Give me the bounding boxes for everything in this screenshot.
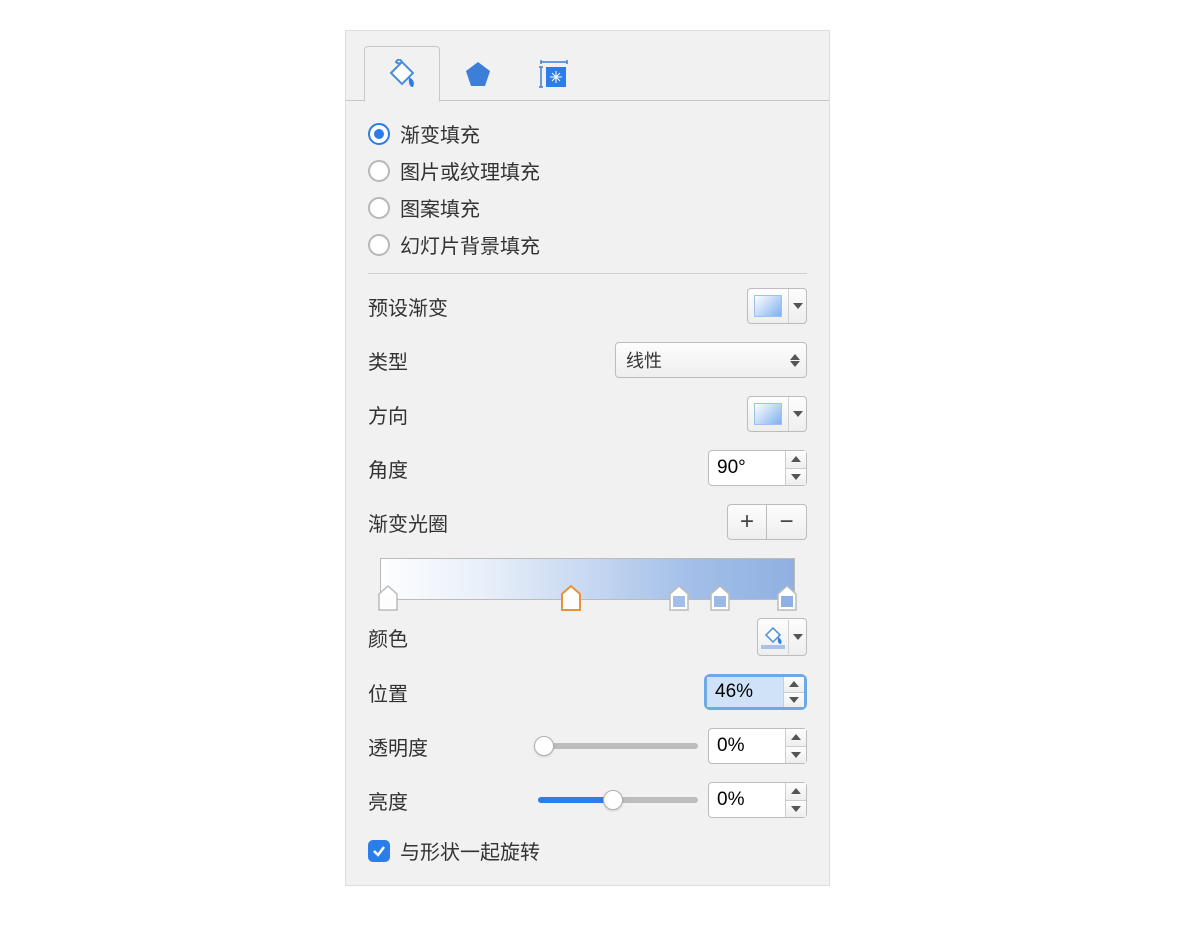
transparency-label: 透明度 <box>368 732 528 761</box>
gradient-track <box>380 558 795 600</box>
radio-slidebg-fill[interactable]: 幻灯片背景填充 <box>368 230 807 259</box>
select-arrows-icon <box>790 354 800 367</box>
brightness-slider[interactable] <box>538 790 698 810</box>
format-shape-panel: 渐变填充 图片或纹理填充 图案填充 幻灯片背景填充 预设渐变 类型 线性 <box>345 30 830 886</box>
radio-gradient-fill[interactable]: 渐变填充 <box>368 119 807 148</box>
gradient-stop[interactable] <box>709 584 731 612</box>
type-value: 线性 <box>626 347 662 373</box>
radio-pattern-fill[interactable]: 图案填充 <box>368 193 807 222</box>
brightness-step-up[interactable] <box>786 783 806 801</box>
position-step-up[interactable] <box>784 677 804 693</box>
radio-icon <box>368 197 390 219</box>
radio-icon <box>368 234 390 256</box>
radio-label: 图片或纹理填充 <box>400 156 540 185</box>
angle-spinner[interactable] <box>708 450 807 486</box>
tab-effects[interactable] <box>440 45 516 101</box>
transparency-step-down[interactable] <box>786 747 806 764</box>
angle-label: 角度 <box>368 454 408 483</box>
chevron-down-icon <box>788 289 806 323</box>
gradient-stop[interactable] <box>776 584 798 612</box>
preset-gradient-dropdown[interactable] <box>747 288 807 324</box>
position-step-down[interactable] <box>784 693 804 708</box>
slider-knob[interactable] <box>603 790 623 810</box>
radio-label: 图案填充 <box>400 193 480 222</box>
rotate-label: 与形状一起旋转 <box>400 836 540 865</box>
remove-stop-button[interactable]: − <box>767 504 807 540</box>
slider-knob[interactable] <box>534 736 554 756</box>
brightness-label: 亮度 <box>368 786 528 815</box>
color-label: 颜色 <box>368 623 408 652</box>
tab-fill[interactable] <box>364 46 440 102</box>
tab-bar <box>346 31 829 101</box>
gradient-stop[interactable] <box>668 584 690 612</box>
tab-size[interactable] <box>516 45 592 101</box>
direction-label: 方向 <box>368 400 408 429</box>
position-label: 位置 <box>368 678 408 707</box>
gradient-stop-selected[interactable] <box>560 584 582 612</box>
divider <box>368 273 807 274</box>
pentagon-icon <box>463 59 493 89</box>
paint-bucket-icon <box>385 59 419 89</box>
transparency-input[interactable] <box>709 729 785 763</box>
gradient-stop[interactable] <box>377 584 399 612</box>
add-stop-button[interactable]: + <box>727 504 767 540</box>
direction-dropdown[interactable] <box>747 396 807 432</box>
radio-icon <box>368 123 390 145</box>
type-select[interactable]: 线性 <box>615 342 807 378</box>
color-dropdown[interactable] <box>757 618 807 656</box>
chevron-down-icon <box>788 620 806 654</box>
radio-label: 渐变填充 <box>400 119 480 148</box>
paint-bucket-icon <box>758 624 788 651</box>
rotate-with-shape-checkbox[interactable]: 与形状一起旋转 <box>368 836 807 865</box>
position-input[interactable] <box>707 677 783 707</box>
position-spinner[interactable] <box>704 674 807 710</box>
brightness-step-down[interactable] <box>786 801 806 818</box>
transparency-step-up[interactable] <box>786 729 806 747</box>
transparency-slider[interactable] <box>538 736 698 756</box>
radio-icon <box>368 160 390 182</box>
radio-picture-fill[interactable]: 图片或纹理填充 <box>368 156 807 185</box>
brightness-input[interactable] <box>709 783 785 817</box>
angle-step-down[interactable] <box>786 469 806 486</box>
size-icon <box>538 59 570 89</box>
gradient-stops-bar[interactable] <box>380 558 795 600</box>
radio-label: 幻灯片背景填充 <box>400 230 540 259</box>
gradient-swatch-icon <box>754 403 782 425</box>
gradient-swatch-icon <box>754 295 782 317</box>
stops-label: 渐变光圈 <box>368 508 448 537</box>
checkmark-icon <box>368 840 390 862</box>
angle-step-up[interactable] <box>786 451 806 469</box>
transparency-spinner[interactable] <box>708 728 807 764</box>
chevron-down-icon <box>788 397 806 431</box>
preset-label: 预设渐变 <box>368 292 448 321</box>
fill-content: 渐变填充 图片或纹理填充 图案填充 幻灯片背景填充 预设渐变 类型 线性 <box>346 101 829 865</box>
type-label: 类型 <box>368 346 408 375</box>
brightness-spinner[interactable] <box>708 782 807 818</box>
angle-input[interactable] <box>709 451 785 485</box>
